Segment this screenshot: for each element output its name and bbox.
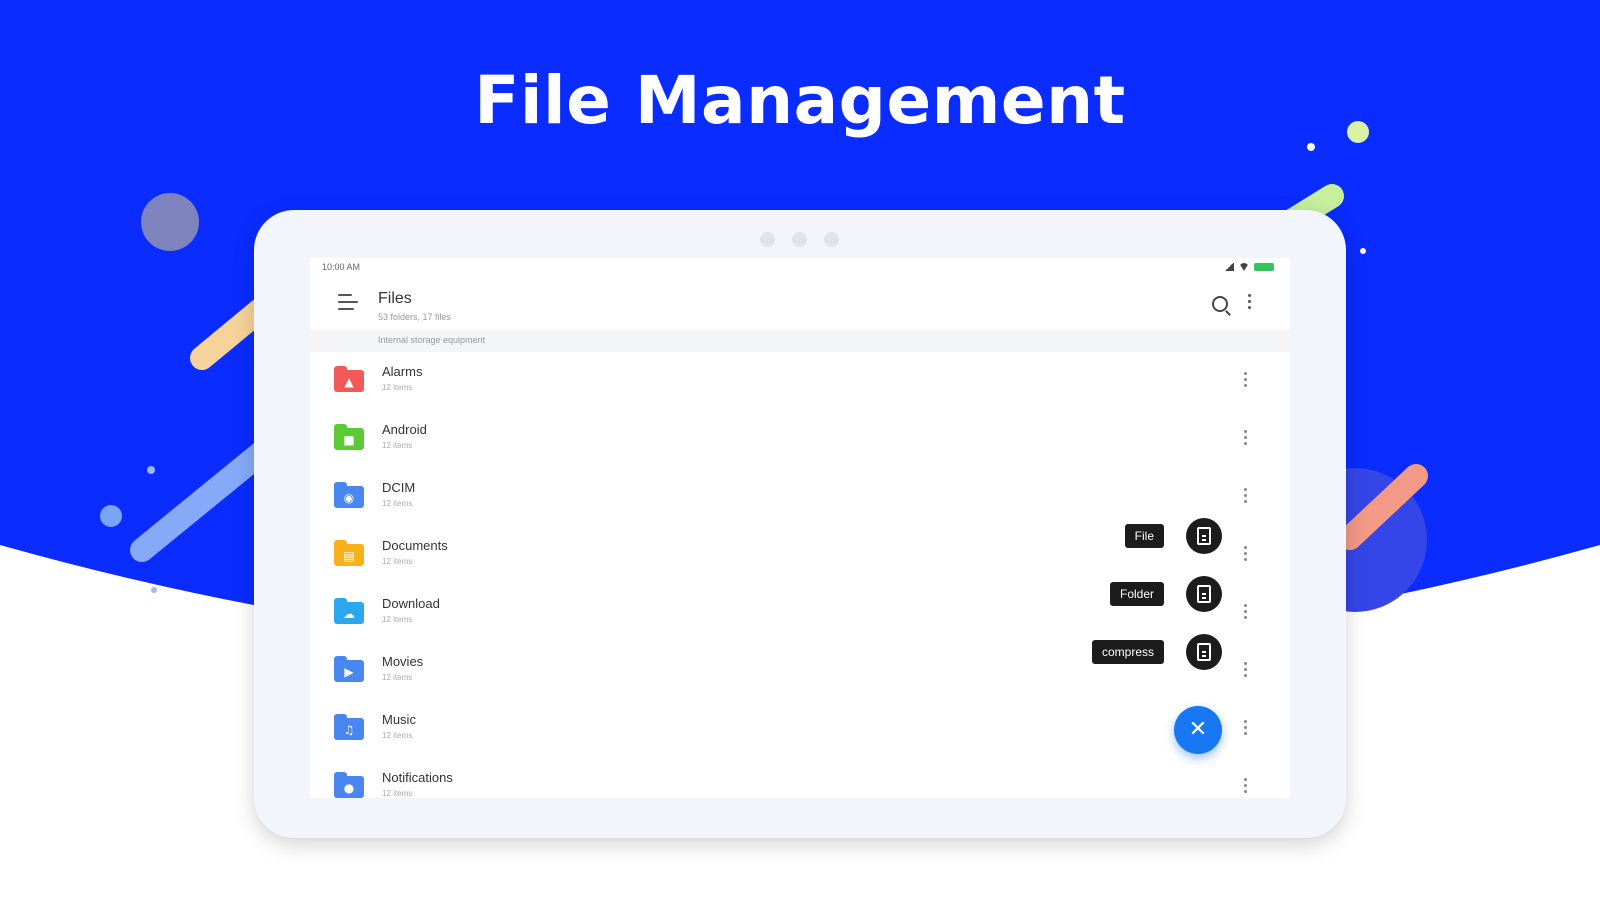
notification-folder-icon: ● — [334, 772, 364, 798]
list-item[interactable]: ◉ DCIM 12 items — [310, 468, 1290, 526]
status-time: 10:00 AM — [322, 262, 361, 272]
list-item[interactable]: ■ Android 12 items — [310, 410, 1290, 468]
list-item-name: Alarms — [382, 364, 423, 379]
document-folder-icon: ▤ — [334, 540, 364, 566]
app-bar: Files 53 folders, 17 files — [310, 278, 1290, 330]
list-item-name: Movies — [382, 654, 424, 669]
hero-title: File Management — [474, 62, 1126, 139]
music-folder-icon: ♫ — [334, 714, 364, 740]
android-folder-icon: ■ — [334, 424, 364, 450]
signal-icon — [1224, 263, 1234, 271]
deco-dot — [1360, 248, 1366, 254]
more-vert-icon[interactable] — [1244, 430, 1248, 446]
list-item[interactable]: ▲ Alarms 12 items — [310, 352, 1290, 410]
list-item-name: Android — [382, 422, 427, 437]
status-bar: 10:00 AM — [310, 258, 1290, 278]
deco-dot — [100, 505, 122, 527]
battery-icon — [1254, 263, 1274, 271]
app-screen: 10:00 AM Files 53 folders, 17 files Inte… — [310, 258, 1290, 798]
hamburger-menu-icon[interactable] — [338, 294, 358, 310]
list-item-meta: 12 items — [382, 673, 413, 682]
tablet-frame: 10:00 AM Files 53 folders, 17 files Inte… — [254, 210, 1346, 838]
wifi-icon — [1239, 263, 1249, 271]
new-file-icon[interactable] — [1186, 518, 1222, 554]
list-item-meta: 12 items — [382, 789, 413, 798]
deco-dot — [147, 466, 155, 474]
breadcrumb-text: Internal storage equipment — [378, 335, 486, 345]
list-item[interactable]: ♫ Music 12 items — [310, 700, 1290, 758]
app-subtitle: 53 folders, 17 files — [378, 312, 452, 322]
deco-circle-gray — [141, 193, 199, 251]
fab-label-compress[interactable]: compress — [1091, 640, 1164, 664]
more-vert-icon[interactable] — [1244, 546, 1248, 562]
list-item-meta: 12 items — [382, 499, 413, 508]
camera-folder-icon: ◉ — [334, 482, 364, 508]
list-item-name: Documents — [382, 538, 448, 553]
camera-dot — [792, 232, 807, 247]
breadcrumb[interactable]: Internal storage equipment — [310, 330, 1290, 352]
alarm-folder-icon: ▲ — [334, 366, 364, 392]
list-item-meta: 12 items — [382, 731, 413, 740]
deco-dot — [1307, 143, 1315, 151]
new-folder-icon[interactable] — [1186, 576, 1222, 612]
more-vert-icon[interactable] — [1244, 778, 1248, 794]
close-icon[interactable]: ✕ — [1174, 706, 1222, 754]
search-icon[interactable] — [1212, 296, 1228, 312]
more-vert-icon[interactable] — [1244, 662, 1248, 678]
list-item-name: Notifications — [382, 770, 453, 785]
list-item-meta: 12 items — [382, 441, 413, 450]
list-item-name: Music — [382, 712, 416, 727]
more-vert-icon[interactable] — [1244, 604, 1248, 620]
movie-folder-icon: ▶ — [334, 656, 364, 682]
deco-dot — [151, 587, 157, 593]
folder-list: ▲ Alarms 12 items ■ Android 12 items ◉ DCIM 12 i… — [310, 352, 1290, 798]
list-item-meta: 12 items — [382, 615, 413, 624]
camera-dot — [824, 232, 839, 247]
more-vert-icon[interactable] — [1244, 372, 1248, 388]
status-icons — [1224, 263, 1274, 271]
fab-label-folder[interactable]: Folder — [1109, 582, 1164, 606]
download-folder-icon: ☁ — [334, 598, 364, 624]
compress-icon[interactable] — [1186, 634, 1222, 670]
more-vert-icon[interactable] — [1244, 488, 1248, 504]
list-item-meta: 12 items — [382, 383, 413, 392]
more-vert-icon[interactable] — [1244, 720, 1248, 736]
list-item-name: Download — [382, 596, 440, 611]
app-title: Files — [378, 290, 412, 307]
list-item-meta: 12 items — [382, 557, 413, 566]
list-item[interactable]: ● Notifications 12 items — [310, 758, 1290, 798]
more-vert-icon[interactable] — [1248, 294, 1252, 310]
fab-label-file[interactable]: File — [1124, 524, 1164, 548]
list-item-name: DCIM — [382, 480, 416, 495]
camera-dot — [760, 232, 775, 247]
